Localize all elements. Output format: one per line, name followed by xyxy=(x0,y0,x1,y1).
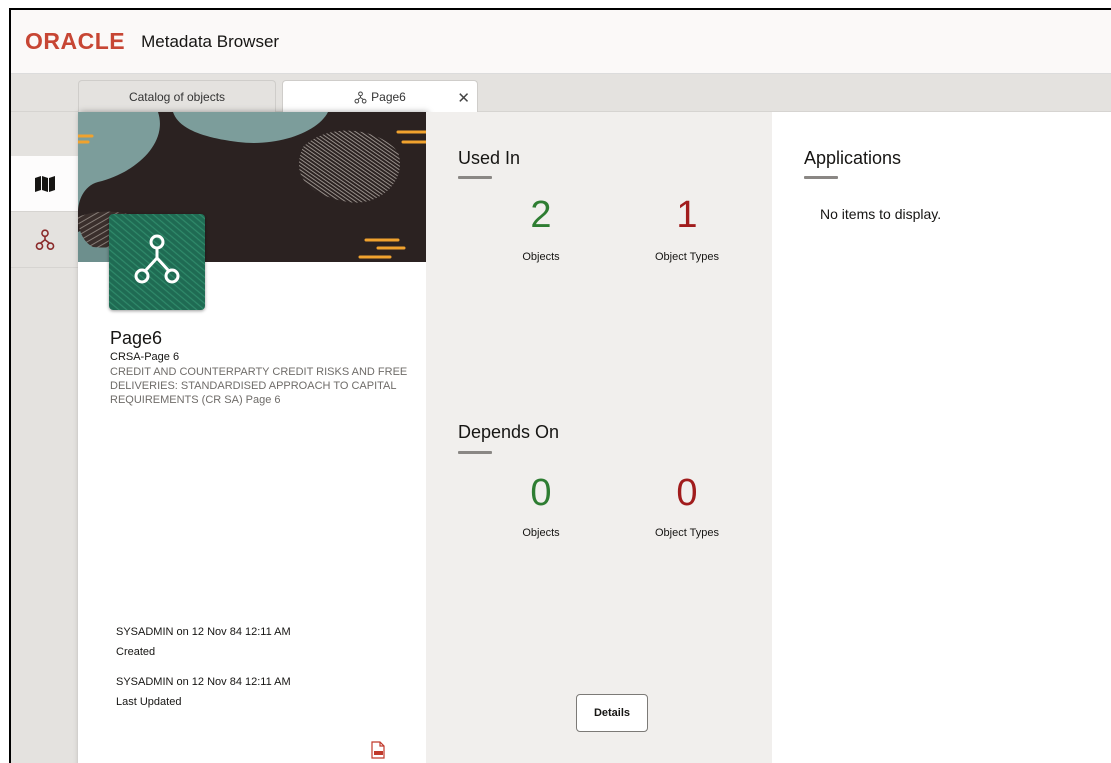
map-icon xyxy=(34,175,55,192)
depends-on-types-count[interactable]: 0 xyxy=(627,472,747,515)
used-in-objects-count[interactable]: 2 xyxy=(481,194,601,237)
rail-hierarchy-button[interactable] xyxy=(11,212,78,268)
updated-value: SYSADMIN on 12 Nov 84 12:11 AM xyxy=(116,676,291,688)
pdf-icon[interactable] xyxy=(371,741,385,759)
tab-catalog-of-objects[interactable]: Catalog of objects xyxy=(78,80,276,113)
rail-map-button[interactable] xyxy=(11,156,78,212)
object-code: CRSA-Page 6 xyxy=(110,351,180,363)
empty-message: No items to display. xyxy=(820,206,942,222)
object-type-tile xyxy=(109,214,205,310)
left-rail xyxy=(11,112,78,763)
depends-on-title: Depends On xyxy=(458,422,560,442)
used-in-title: Used In xyxy=(458,148,521,168)
details-button[interactable]: Details xyxy=(576,694,648,732)
created-value: SYSADMIN on 12 Nov 84 12:11 AM xyxy=(116,626,291,638)
hierarchy-icon xyxy=(354,90,367,104)
depends-on-objects-count[interactable]: 0 xyxy=(481,472,601,515)
app-title: Metadata Browser xyxy=(141,31,280,51)
object-card: Page6 CRSA-Page 6 CREDIT AND COUNTERPART… xyxy=(78,112,426,763)
used-in-types-count[interactable]: 1 xyxy=(627,194,747,237)
tab-label: Catalog of objects xyxy=(128,90,226,104)
object-description: CREDIT AND COUNTERPARTY CREDIT RISKS AND… xyxy=(110,366,408,406)
depends-on-types-label: Object Types xyxy=(655,527,719,539)
tab-page6[interactable]: Page6 ✕ xyxy=(282,80,478,113)
relations-panel: Used In 2 Objects 1 Object Types Depends… xyxy=(426,112,772,763)
oracle-logo: ORACLE xyxy=(25,28,126,54)
applications-panel: Applications No items to display. xyxy=(772,112,1111,763)
app-window: ORACLE Metadata Browser Catalog of objec… xyxy=(9,8,1111,763)
applications-title: Applications xyxy=(804,148,902,168)
updated-label: Last Updated xyxy=(116,696,182,708)
section-underline xyxy=(804,176,838,179)
depends-on-objects-label: Objects xyxy=(522,527,560,539)
app-header: ORACLE Metadata Browser xyxy=(11,10,1111,74)
section-underline xyxy=(458,451,492,454)
object-title: Page6 xyxy=(110,328,163,348)
tab-bar: Catalog of objects Page6 ✕ xyxy=(11,74,1111,113)
hierarchy-icon xyxy=(35,228,54,250)
created-label: Created xyxy=(116,646,156,658)
close-icon[interactable]: ✕ xyxy=(457,89,470,107)
used-in-objects-label: Objects xyxy=(522,251,560,263)
section-underline xyxy=(458,176,492,179)
tab-label: Page6 xyxy=(371,90,406,104)
used-in-types-label: Object Types xyxy=(655,251,719,263)
